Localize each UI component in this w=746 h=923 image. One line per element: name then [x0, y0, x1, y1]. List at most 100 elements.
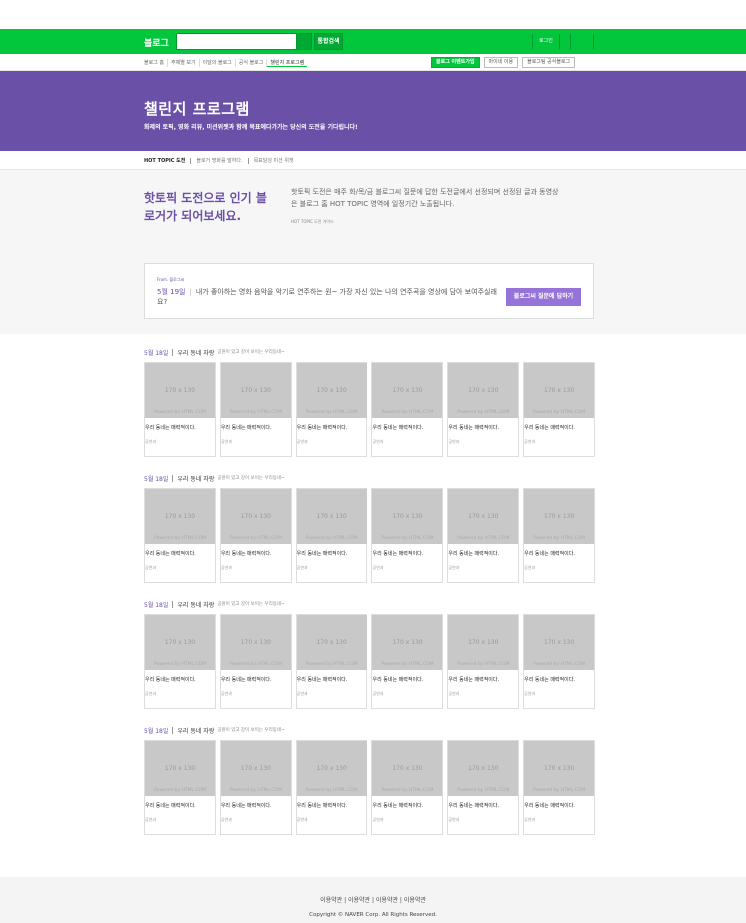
post-author[interactable]: 공연과: [297, 565, 308, 571]
search-dropdown-button[interactable]: [296, 33, 312, 50]
post-title[interactable]: 우리 동네는 매력적이다.: [297, 424, 348, 431]
post-card[interactable]: 170 x 130 Powered by HTML.COM 우리 동네는 매력적이다…: [523, 614, 595, 709]
post-author[interactable]: 공연과: [221, 817, 232, 823]
post-card[interactable]: 170 x 130 Powered by HTML.COM 우리 동네는 매력적이다…: [219, 614, 292, 709]
post-thumbnail[interactable]: 170 x 130 Powered by HTML.COM: [220, 741, 291, 796]
post-author[interactable]: 공연과: [297, 817, 308, 823]
post-author[interactable]: 공연과: [372, 691, 383, 697]
post-title[interactable]: 우리 동네는 매력적이다.: [372, 802, 423, 809]
post-author[interactable]: 공연과: [448, 439, 459, 445]
post-thumbnail[interactable]: 170 x 130 Powered by HTML.COM: [372, 615, 443, 670]
post-title[interactable]: 우리 동네는 매력적이다.: [221, 802, 272, 809]
search-button[interactable]: 통합검색: [314, 33, 343, 50]
post-thumbnail[interactable]: 170 x 130 Powered by HTML.COM: [448, 615, 519, 670]
tab-movie-talk[interactable]: 블로거 명화를 말하다.: [196, 157, 242, 164]
post-thumbnail[interactable]: 170 x 130 Powered by HTML.COM: [372, 363, 443, 418]
post-card[interactable]: 170 x 130 Powered by HTML.COM 우리 동네는 매력적이다…: [144, 362, 216, 457]
post-author[interactable]: 공연과: [524, 439, 535, 445]
tab-mission-widget[interactable]: 목표달성 미션 위젯: [254, 157, 294, 164]
post-card[interactable]: 170 x 130 Powered by HTML.COM 우리 동네는 매력적이다…: [523, 488, 595, 583]
post-thumbnail[interactable]: 170 x 130 Powered by HTML.COM: [296, 741, 367, 796]
lnb-item-challenge[interactable]: 챌린지 프로그램: [267, 59, 308, 67]
post-thumbnail[interactable]: 170 x 130 Powered by HTML.COM: [145, 741, 215, 796]
post-thumbnail[interactable]: 170 x 130 Powered by HTML.COM: [220, 615, 291, 670]
search-input[interactable]: [176, 33, 312, 50]
post-author[interactable]: 공연과: [372, 439, 383, 445]
post-author[interactable]: 공연과: [524, 565, 535, 571]
post-card[interactable]: 170 x 130 Powered by HTML.COM 우리 동네는 매력적이다…: [295, 614, 368, 709]
footer-links[interactable]: 이용약관 | 이용약관 | 이용약관 | 이용약관: [0, 895, 746, 904]
post-thumbnail[interactable]: 170 x 130 Powered by HTML.COM: [296, 615, 367, 670]
post-title[interactable]: 우리 동네는 매력적이다.: [145, 676, 196, 683]
post-author[interactable]: 공연과: [297, 439, 308, 445]
official-blog-button[interactable]: 블로그팀 공식블로그: [522, 57, 576, 68]
post-card[interactable]: 170 x 130 Powered by HTML.COM 우리 동네는 매력적이다…: [371, 740, 444, 835]
post-title[interactable]: 우리 동네는 매력적이다.: [297, 802, 348, 809]
post-card[interactable]: 170 x 130 Powered by HTML.COM 우리 동네는 매력적이다…: [295, 488, 368, 583]
post-title[interactable]: 우리 동네는 매력적이다.: [221, 424, 272, 431]
post-author[interactable]: 공연과: [145, 817, 156, 823]
post-thumbnail[interactable]: 170 x 130 Powered by HTML.COM: [524, 489, 595, 544]
group-topic[interactable]: 우리 동네 자랑: [177, 600, 214, 609]
post-author[interactable]: 공연과: [297, 691, 308, 697]
blog-logo[interactable]: 블로그: [144, 36, 169, 49]
post-card[interactable]: 170 x 130 Powered by HTML.COM 우리 동네는 매력적이다…: [523, 362, 595, 457]
post-author[interactable]: 공연과: [448, 817, 459, 823]
post-author[interactable]: 공연과: [145, 565, 156, 571]
post-card[interactable]: 170 x 130 Powered by HTML.COM 우리 동네는 매력적이다…: [371, 488, 444, 583]
post-title[interactable]: 우리 동네는 매력적이다.: [221, 676, 272, 683]
apps-menu-button[interactable]: [570, 34, 594, 49]
post-card[interactable]: 170 x 130 Powered by HTML.COM 우리 동네는 매력적이다…: [219, 488, 292, 583]
hot-topic-guide-link[interactable]: HOT TOPIC 도전 가이드: [291, 219, 334, 225]
post-card[interactable]: 170 x 130 Powered by HTML.COM 우리 동네는 매력적이다…: [447, 740, 520, 835]
post-card[interactable]: 170 x 130 Powered by HTML.COM 우리 동네는 매력적이다…: [447, 614, 520, 709]
post-title[interactable]: 우리 동네는 매력적이다.: [145, 424, 196, 431]
answer-question-button[interactable]: 블로그씨 질문에 답하기: [506, 288, 581, 306]
post-card[interactable]: 170 x 130 Powered by HTML.COM 우리 동네는 매력적이다…: [371, 614, 444, 709]
post-card[interactable]: 170 x 130 Powered by HTML.COM 우리 동네는 매력적이다…: [144, 740, 216, 835]
post-card[interactable]: 170 x 130 Powered by HTML.COM 우리 동네는 매력적이다…: [144, 614, 216, 709]
post-card[interactable]: 170 x 130 Powered by HTML.COM 우리 동네는 매력적이다…: [295, 362, 368, 457]
post-card[interactable]: 170 x 130 Powered by HTML.COM 우리 동네는 매력적이다…: [144, 488, 216, 583]
post-thumbnail[interactable]: 170 x 130 Powered by HTML.COM: [145, 489, 215, 544]
post-thumbnail[interactable]: 170 x 130 Powered by HTML.COM: [448, 489, 519, 544]
lnb-item-monthly[interactable]: 이달의 블로그: [200, 59, 236, 67]
tab-hot-topic[interactable]: HOT TOPIC 도전: [144, 157, 185, 164]
post-thumbnail[interactable]: 170 x 130 Powered by HTML.COM: [448, 363, 519, 418]
post-title[interactable]: 우리 동네는 매력적이다.: [372, 550, 423, 557]
my-use-button[interactable]: 마이네 이용: [483, 57, 519, 68]
post-author[interactable]: 공연과: [221, 691, 232, 697]
post-author[interactable]: 공연과: [145, 439, 156, 445]
post-card[interactable]: 170 x 130 Powered by HTML.COM 우리 동네는 매력적이다…: [447, 362, 520, 457]
post-title[interactable]: 우리 동네는 매력적이다.: [297, 550, 348, 557]
lnb-item-home[interactable]: 블로그 홈: [144, 59, 168, 67]
post-thumbnail[interactable]: 170 x 130 Powered by HTML.COM: [448, 741, 519, 796]
post-author[interactable]: 공연과: [372, 565, 383, 571]
post-thumbnail[interactable]: 170 x 130 Powered by HTML.COM: [220, 489, 291, 544]
post-author[interactable]: 공연과: [221, 439, 232, 445]
post-thumbnail[interactable]: 170 x 130 Powered by HTML.COM: [220, 363, 291, 418]
post-thumbnail[interactable]: 170 x 130 Powered by HTML.COM: [372, 489, 443, 544]
group-topic[interactable]: 우리 동네 자랑: [177, 726, 214, 735]
post-title[interactable]: 우리 동네는 매력적이다.: [297, 676, 348, 683]
post-title[interactable]: 우리 동네는 매력적이다.: [221, 550, 272, 557]
post-title[interactable]: 우리 동네는 매력적이다.: [524, 424, 575, 431]
post-author[interactable]: 공연과: [145, 691, 156, 697]
post-card[interactable]: 170 x 130 Powered by HTML.COM 우리 동네는 매력적이다…: [219, 362, 292, 457]
post-thumbnail[interactable]: 170 x 130 Powered by HTML.COM: [296, 489, 367, 544]
post-title[interactable]: 우리 동네는 매력적이다.: [448, 802, 499, 809]
post-thumbnail[interactable]: 170 x 130 Powered by HTML.COM: [524, 741, 595, 796]
post-thumbnail[interactable]: 170 x 130 Powered by HTML.COM: [145, 363, 215, 418]
post-author[interactable]: 공연과: [221, 565, 232, 571]
post-title[interactable]: 우리 동네는 매력적이다.: [145, 802, 196, 809]
post-title[interactable]: 우리 동네는 매력적이다.: [524, 676, 575, 683]
post-title[interactable]: 우리 동네는 매력적이다.: [145, 550, 196, 557]
post-thumbnail[interactable]: 170 x 130 Powered by HTML.COM: [296, 363, 367, 418]
post-card[interactable]: 170 x 130 Powered by HTML.COM 우리 동네는 매력적이다…: [219, 740, 292, 835]
post-author[interactable]: 공연과: [524, 817, 535, 823]
group-topic[interactable]: 우리 동네 자랑: [177, 348, 214, 357]
post-title[interactable]: 우리 동네는 매력적이다.: [448, 424, 499, 431]
lnb-item-official[interactable]: 공식 블로그: [236, 59, 268, 67]
post-thumbnail[interactable]: 170 x 130 Powered by HTML.COM: [372, 741, 443, 796]
post-author[interactable]: 공연과: [372, 817, 383, 823]
